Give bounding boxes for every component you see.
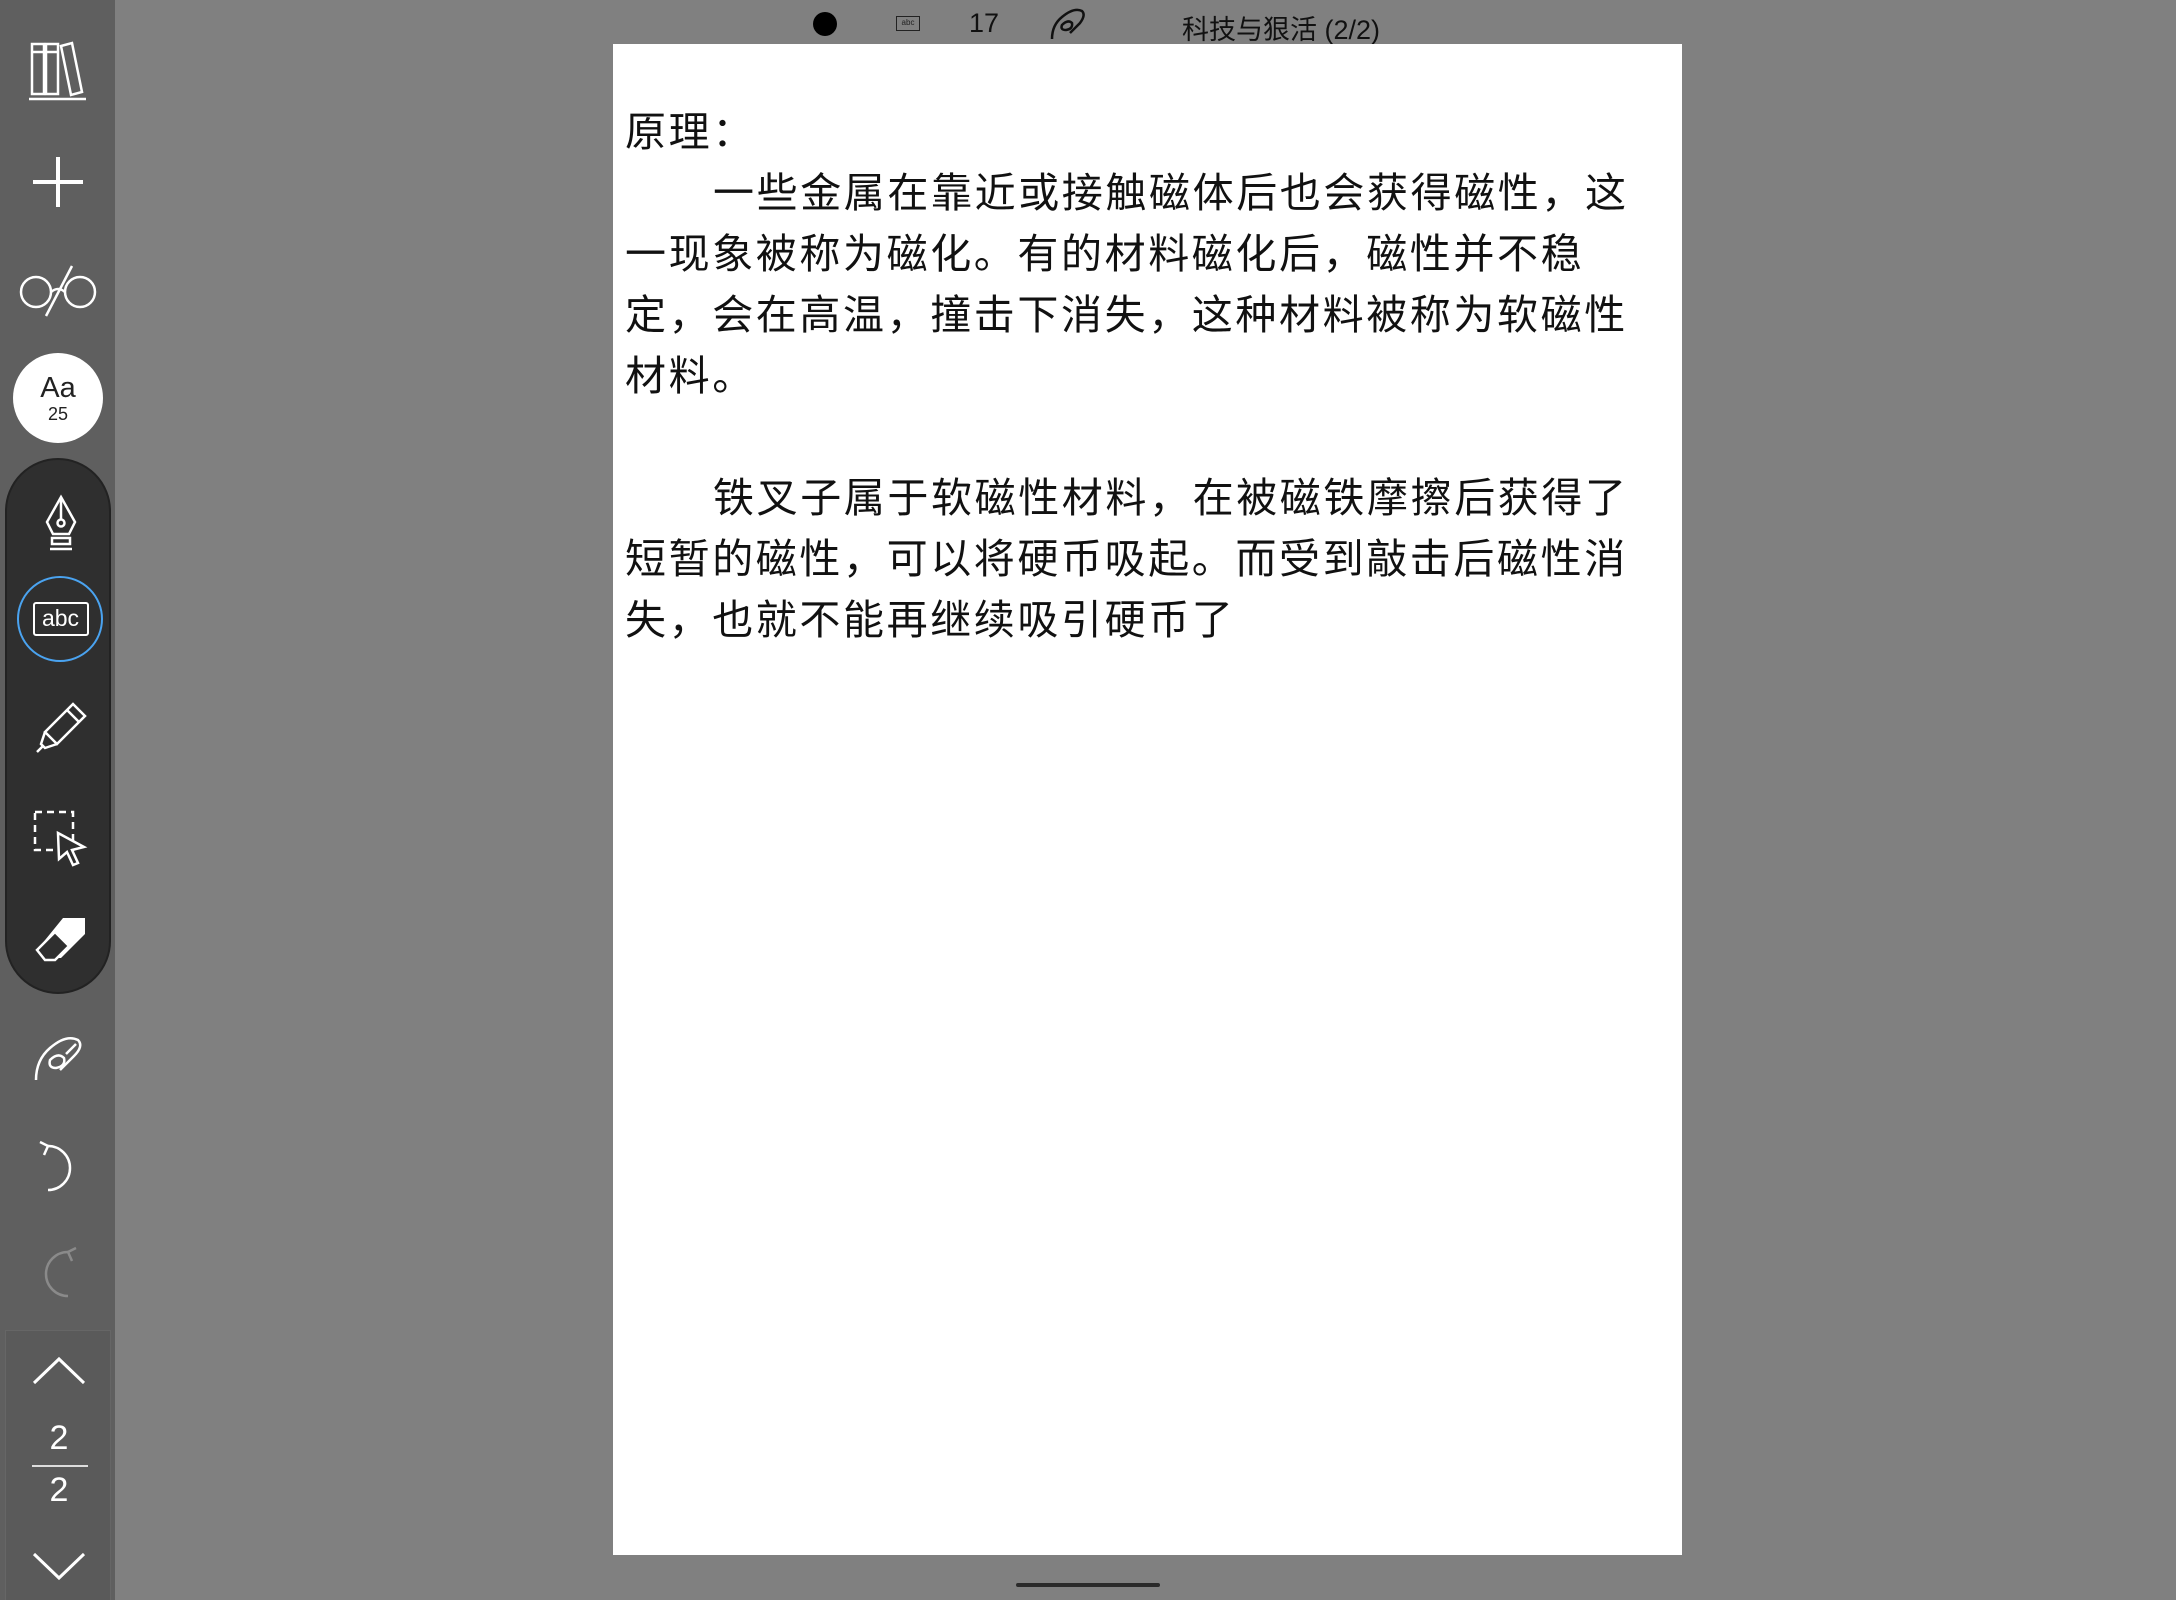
library-icon <box>28 38 88 102</box>
chevron-up-icon <box>31 1356 87 1386</box>
page-navigator: 2 2 <box>5 1330 111 1600</box>
next-page-button[interactable] <box>6 1531 112 1600</box>
redo-icon <box>34 1244 82 1304</box>
add-icon <box>30 154 86 210</box>
highlighter-icon <box>33 700 89 756</box>
text-tool-button[interactable]: abc <box>11 571 110 667</box>
text-tool-icon: abc <box>32 602 89 636</box>
undo-button[interactable] <box>8 1120 107 1216</box>
eraser-tool-button[interactable] <box>11 892 110 988</box>
lasso-hand-icon <box>30 1030 86 1086</box>
paragraph: 一些金属在靠近或接触磁体后也会获得磁性，这一现象被称为磁化。有的材料磁化后，磁性… <box>625 169 1629 400</box>
lasso-hand-button[interactable] <box>8 1010 107 1106</box>
paragraph: 铁叉子属于软磁性材料，在被磁铁摩擦后获得了短暂的磁性，可以将硬币吸起。而受到敲击… <box>625 474 1629 644</box>
total-page-count: 2 <box>49 1471 69 1509</box>
eraser-icon <box>33 914 89 966</box>
pen-icon <box>41 494 81 554</box>
add-page-button[interactable] <box>8 134 107 230</box>
page-fraction-divider <box>32 1465 88 1467</box>
status-bar: abc 17 科技与狠活 (2/2) <box>0 0 2176 45</box>
redo-button[interactable] <box>8 1226 107 1322</box>
document-page[interactable]: 原理： 一些金属在靠近或接触磁体后也会获得磁性，这一现象被称为磁化。有的材料磁化… <box>613 44 1682 1555</box>
home-indicator[interactable] <box>1016 1583 1160 1587</box>
previous-page-button[interactable] <box>6 1331 112 1411</box>
section-heading: 原理： <box>625 108 756 156</box>
font-size-value: 25 <box>47 404 69 424</box>
app-window: Aa 25 abc 2 2 abc 17 科技与狠活 (2/2) 原理： 一些金… <box>0 0 2176 1600</box>
reading-mode-button[interactable] <box>8 242 107 338</box>
font-size-button[interactable]: Aa 25 <box>13 353 103 443</box>
word-count: 17 <box>969 8 1000 38</box>
font-size-label: Aa <box>40 372 76 404</box>
undo-icon <box>34 1138 82 1198</box>
left-toolbar: Aa 25 abc 2 2 <box>0 0 115 1600</box>
pen-tool-button[interactable] <box>11 476 110 572</box>
highlighter-tool-button[interactable] <box>11 680 110 776</box>
brush-color-indicator <box>813 12 837 36</box>
document-title: 科技与狠活 (2/2) <box>1182 15 1381 45</box>
drawing-tools-panel: abc <box>5 458 111 994</box>
text-mode-icon: abc <box>896 16 920 31</box>
lasso-select-button[interactable] <box>11 790 110 886</box>
lasso-mode-icon <box>1048 5 1088 45</box>
chevron-down-icon <box>31 1551 87 1581</box>
current-page-number: 2 <box>49 1419 69 1457</box>
page-text[interactable]: 原理： 一些金属在靠近或接触磁体后也会获得磁性，这一现象被称为磁化。有的材料磁化… <box>625 102 1670 651</box>
lasso-select-icon <box>32 809 90 867</box>
glasses-icon <box>16 262 100 318</box>
